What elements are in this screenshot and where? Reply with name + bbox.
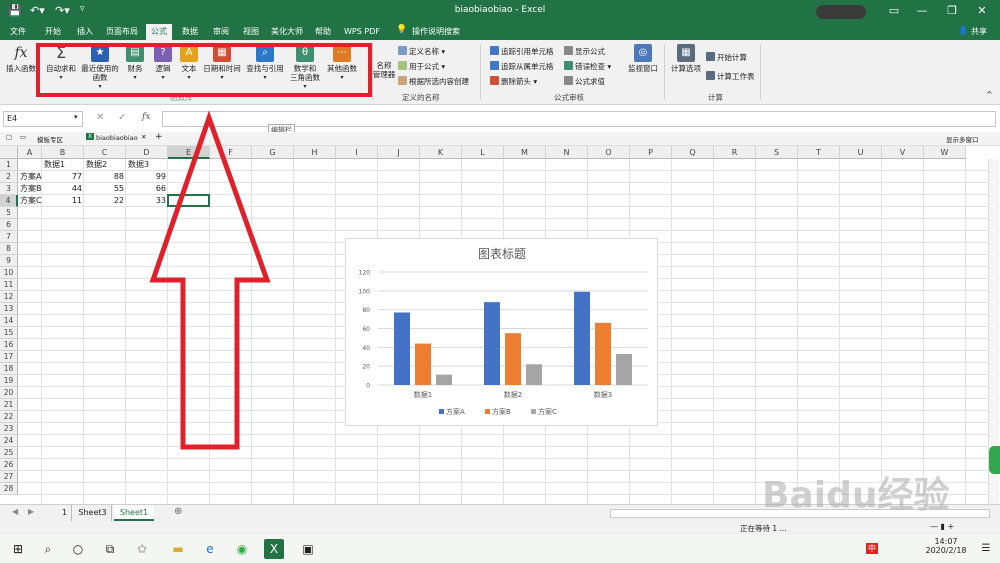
excel-app-icon[interactable]: X [264, 539, 284, 559]
up-arrow-icon [149, 110, 271, 450]
search-icon[interactable]: ⌕ [38, 539, 58, 559]
edge-icon[interactable]: e [200, 539, 220, 559]
zoom-slider[interactable]: — ▮ + [930, 522, 954, 531]
status-text: 正在等待 1 ... [740, 524, 787, 533]
status-bar: 正在等待 1 ... — ▮ + [0, 521, 1000, 535]
sheet-tab-overflow[interactable]: 1 [58, 505, 72, 521]
ime-indicator[interactable]: 中 [866, 543, 878, 554]
photos-icon[interactable]: ▣ [298, 539, 318, 559]
notification-icon[interactable]: ☰ [976, 539, 996, 559]
file-explorer-icon[interactable]: ▬ [168, 539, 188, 559]
clock-time: 14:07 [934, 537, 958, 546]
add-sheet-icon[interactable]: ⊕ [174, 506, 182, 517]
wechat-icon[interactable]: ◉ [232, 539, 252, 559]
windows-start-icon[interactable]: ⊞ [8, 539, 28, 559]
watermark: Baidu经验 [762, 475, 950, 516]
sheet-tab-sheet1[interactable]: Sheet1 [114, 505, 154, 521]
app-icon[interactable]: ✿ [132, 539, 152, 559]
task-view-icon[interactable]: ⧉ [100, 539, 120, 559]
taskbar: ⊞ ⌕ ○ ⧉ ✿ ▬ e ◉ X ▣ 中 14:07 2020/2/18 ☰ [0, 535, 1000, 563]
clock[interactable]: 14:07 2020/2/18 [922, 537, 970, 555]
sheet-tab-sheet3[interactable]: Sheet3 [74, 505, 112, 521]
next-sheet-icon[interactable]: ▶ [28, 507, 34, 516]
prev-sheet-icon[interactable]: ◀ [12, 507, 18, 516]
clock-date: 2020/2/18 [925, 546, 967, 555]
cortana-icon[interactable]: ○ [68, 539, 88, 559]
